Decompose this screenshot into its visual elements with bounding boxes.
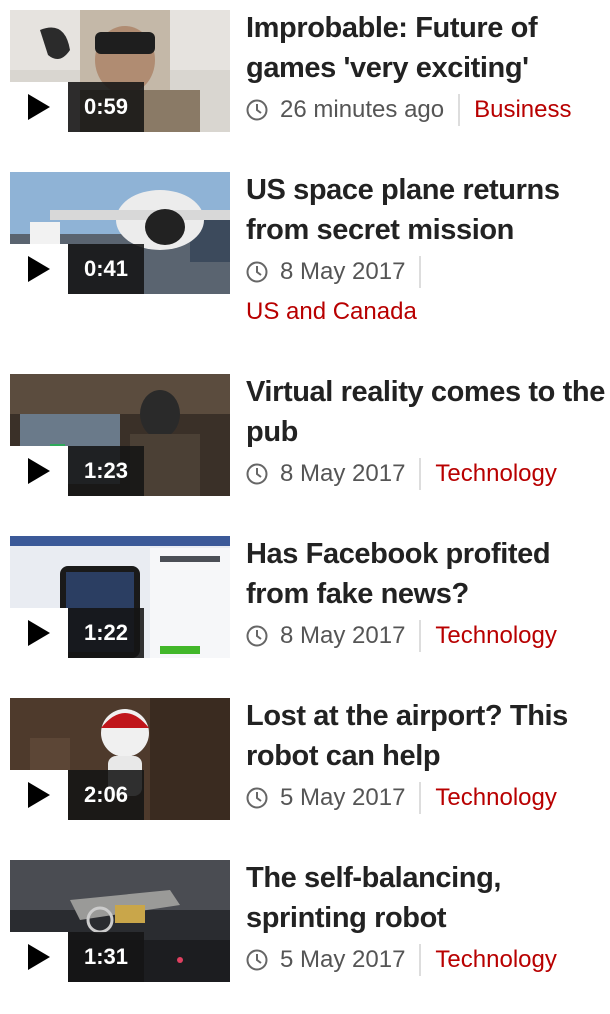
topic-link[interactable]: Technology <box>435 784 556 812</box>
play-icon[interactable] <box>10 82 68 132</box>
timestamp: 8 May 2017 <box>280 622 406 649</box>
list-item[interactable]: 0:59 Improbable: Future of games 'very e… <box>0 0 610 132</box>
divider <box>419 944 422 976</box>
headline-link[interactable]: US space plane returns from secret missi… <box>246 170 606 250</box>
clock-icon <box>246 787 268 809</box>
topic-link[interactable]: Technology <box>435 946 556 974</box>
item-meta: 5 May 2017 Technology <box>246 782 606 814</box>
video-duration: 1:23 <box>68 446 144 496</box>
item-meta: 8 May 2017 US and Canada <box>246 256 606 325</box>
video-thumbnail[interactable]: 0:59 <box>10 10 230 132</box>
timestamp: 26 minutes ago <box>280 96 445 123</box>
headline-link[interactable]: Virtual reality comes to the pub <box>246 372 606 452</box>
list-item[interactable]: 0:41 US space plane returns from secret … <box>0 162 610 325</box>
video-duration: 1:22 <box>68 608 144 658</box>
headline-link[interactable]: Has Facebook profited from fake news? <box>246 534 606 614</box>
video-thumbnail[interactable]: 0:41 <box>10 172 230 294</box>
clock-icon <box>246 261 268 283</box>
video-thumbnail[interactable]: 1:31 <box>10 860 230 982</box>
timestamp: 5 May 2017 <box>280 946 406 973</box>
play-icon[interactable] <box>10 446 68 496</box>
play-icon[interactable] <box>10 244 68 294</box>
video-duration: 1:31 <box>68 932 144 982</box>
divider <box>419 256 422 288</box>
timestamp: 5 May 2017 <box>280 784 406 811</box>
item-meta: 26 minutes ago Business <box>246 94 606 126</box>
timestamp: 8 May 2017 <box>280 258 406 285</box>
divider <box>419 620 422 652</box>
clock-icon <box>246 99 268 121</box>
clock-icon <box>246 625 268 647</box>
divider <box>419 458 422 490</box>
video-thumbnail[interactable]: 1:23 <box>10 374 230 496</box>
headline-link[interactable]: Improbable: Future of games 'very exciti… <box>246 8 606 88</box>
list-item[interactable]: 1:22 Has Facebook profited from fake new… <box>0 526 610 658</box>
headline-link[interactable]: The self-balancing, sprinting robot <box>246 858 606 938</box>
topic-link[interactable]: US and Canada <box>246 298 606 326</box>
divider <box>419 782 422 814</box>
clock-icon <box>246 949 268 971</box>
play-icon[interactable] <box>10 932 68 982</box>
list-item[interactable]: 1:23 Virtual reality comes to the pub 8 … <box>0 364 610 496</box>
list-item[interactable]: 1:31 The self-balancing, sprinting robot… <box>0 850 610 982</box>
item-meta: 5 May 2017 Technology <box>246 944 606 976</box>
topic-link[interactable]: Business <box>474 96 571 124</box>
play-icon[interactable] <box>10 608 68 658</box>
video-duration: 2:06 <box>68 770 144 820</box>
video-duration: 0:59 <box>68 82 144 132</box>
video-thumbnail[interactable]: 2:06 <box>10 698 230 820</box>
topic-link[interactable]: Technology <box>435 460 556 488</box>
video-thumbnail[interactable]: 1:22 <box>10 536 230 658</box>
item-meta: 8 May 2017 Technology <box>246 620 606 652</box>
timestamp: 8 May 2017 <box>280 460 406 487</box>
play-icon[interactable] <box>10 770 68 820</box>
clock-icon <box>246 463 268 485</box>
item-meta: 8 May 2017 Technology <box>246 458 606 490</box>
divider <box>458 94 461 126</box>
list-item[interactable]: 2:06 Lost at the airport? This robot can… <box>0 688 610 820</box>
topic-link[interactable]: Technology <box>435 622 556 650</box>
video-duration: 0:41 <box>68 244 144 294</box>
headline-link[interactable]: Lost at the airport? This robot can help <box>246 696 606 776</box>
